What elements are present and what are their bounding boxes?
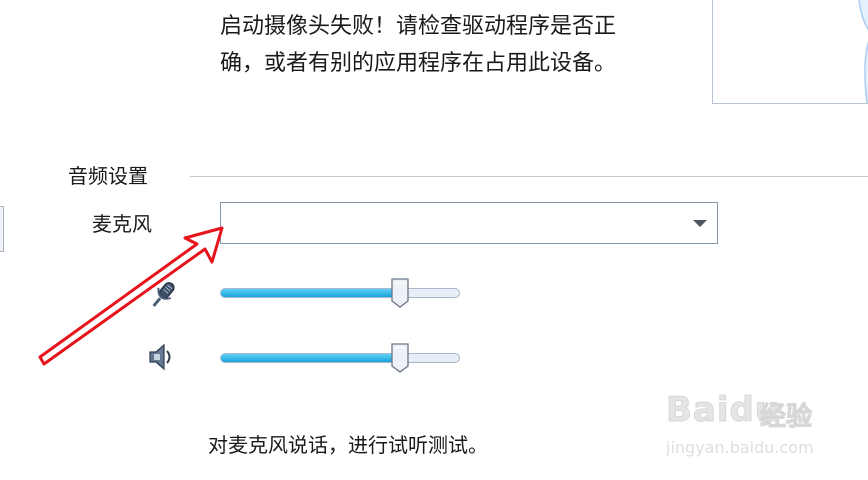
camera-preview xyxy=(712,0,868,104)
watermark-brand: 经验 xyxy=(759,402,813,433)
slider-thumb[interactable] xyxy=(390,342,410,374)
chevron-down-icon[interactable] xyxy=(693,220,707,227)
camera-error-line-2: 确，或者有别的应用程序在占用此设备。 xyxy=(220,51,617,76)
baidu-watermark: Baidu 经验 jingyan.baidu.com xyxy=(662,386,842,466)
camera-error-message: 启动摄像头失败！请检查驱动程序是否正 确，或者有别的应用程序在占用此设备。 xyxy=(220,8,670,82)
microphone-icon xyxy=(152,282,175,307)
speaker-icon xyxy=(149,343,171,371)
slider-fill xyxy=(221,354,401,362)
microphone-select[interactable] xyxy=(220,202,718,244)
watermark-url: jingyan.baidu.com xyxy=(666,438,814,457)
slider-track xyxy=(220,353,460,363)
slider-track xyxy=(220,288,460,298)
audio-settings-title: 音频设置 xyxy=(68,164,148,188)
microphone-test-hint: 对麦克风说话，进行试听测试。 xyxy=(208,433,488,457)
person-silhouette-icon xyxy=(858,0,868,103)
left-edge-control[interactable] xyxy=(0,206,4,252)
slider-fill xyxy=(221,289,401,297)
camera-error-line-1: 启动摄像头失败！请检查驱动程序是否正 xyxy=(220,14,617,39)
microphone-label: 麦克风 xyxy=(92,212,152,236)
section-divider xyxy=(190,176,868,177)
slider-thumb[interactable] xyxy=(390,277,410,309)
speaker-volume-slider[interactable] xyxy=(220,342,460,374)
microphone-volume-slider[interactable] xyxy=(220,277,460,309)
